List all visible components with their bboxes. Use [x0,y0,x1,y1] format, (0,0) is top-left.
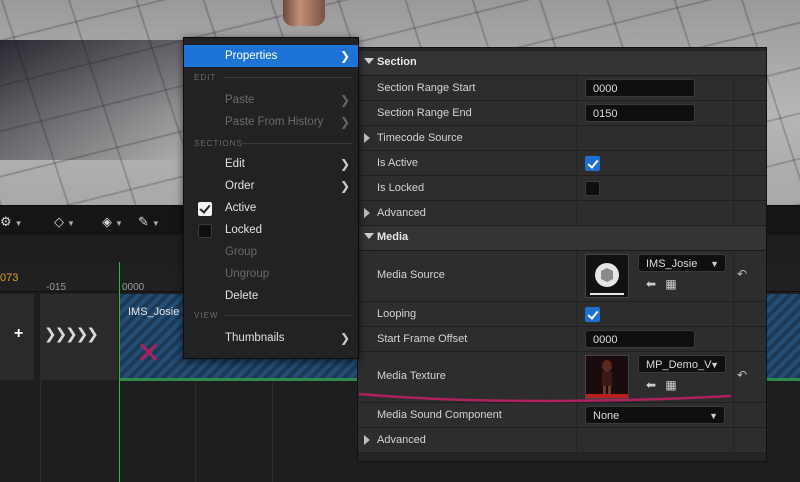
menu-item-locked[interactable]: Locked [184,219,358,241]
character-legs [283,0,325,26]
menu-item-properties[interactable]: Properties ❯ [184,45,358,67]
property-label: Section Range Start [377,82,476,94]
menu-item-order[interactable]: Order ❯ [184,175,358,197]
section-name: IMS_Josie [128,306,180,318]
transform-tool-button[interactable]: ⚙ ▼ [0,213,23,231]
menu-section-header: SECTIONS [194,139,243,148]
property-label: Media Sound Component [377,409,502,421]
menu-item-paste: Paste ❯ [184,89,358,111]
annotation-underline [358,392,732,403]
property-label: Section Range End [377,107,472,119]
annotation-x-mark: ✕ [136,337,162,370]
chevron-down-icon: ▼ [709,411,718,421]
menu-item-active[interactable]: Active [184,197,358,219]
menu-item-ungroup: Ungroup [225,268,270,280]
row-media-source: Media Source IMS_Josie ▼ ⬅ ▦ ↶ [358,251,766,302]
start-frame-offset-input[interactable]: 0000 [585,330,695,348]
is-active-checkbox[interactable] [585,156,600,171]
row-is-active: Is Active [358,151,766,176]
snap-tool-button[interactable]: ◈ ▼ [102,213,123,231]
menu-item-thumbnails[interactable]: Thumbnails ❯ [184,327,358,349]
chevron-down-icon: ▼ [115,219,123,228]
property-label: Is Locked [377,182,425,194]
menu-item-delete[interactable]: Delete [184,285,358,307]
category-label: Media [377,231,409,243]
chevron-right-icon: ❯ [339,49,350,63]
property-label: Media Source [377,269,445,281]
section-range-end-input[interactable]: 0150 [585,104,695,122]
chevron-down-icon: ▼ [14,219,23,228]
looping-checkbox[interactable] [585,307,600,322]
category-section[interactable]: Section [358,51,766,76]
menu-section-header: VIEW [194,311,219,320]
menu-item-paste-from-history: Paste From History ❯ [184,111,358,133]
property-label: Start Frame Offset [377,333,468,345]
tick-label: 0000 [122,282,145,293]
row-advanced[interactable]: Advanced [358,201,766,226]
menu-divider [224,77,352,78]
cube-icon [590,263,624,295]
media-texture-dropdown[interactable]: MP_Demo_V ▼ [638,355,726,373]
category-label: Section [377,56,417,68]
add-track-icon[interactable]: + [14,325,23,343]
viewport-shadow [0,40,190,160]
browse-asset-icon[interactable]: ▦ [664,277,678,291]
media-source-dropdown[interactable]: IMS_Josie ▼ [638,254,726,272]
chevron-down-icon: ▼ [710,259,719,269]
chevron-down-icon: ▼ [151,219,160,228]
reset-to-default-icon[interactable]: ↶ [737,368,751,382]
chevron-right-icon: ❯ [339,115,350,129]
row-start-frame-offset: Start Frame Offset 0000 [358,327,766,352]
expand-triangle-icon[interactable] [364,435,370,445]
row-timecode-source[interactable]: Timecode Source [358,126,766,151]
property-label: Advanced [377,434,426,446]
property-label: Looping [377,308,417,320]
chevron-right-icon: ❯ [339,331,350,345]
row-media-sound-component: Media Sound Component None ▼ [358,403,766,428]
current-frame-number: 073 [0,272,19,284]
expand-triangle-icon[interactable] [364,208,370,218]
media-sound-component-dropdown[interactable]: None ▼ [585,406,725,424]
property-label: Is Active [377,157,418,169]
property-label: Media Texture [377,370,446,382]
snap-icon: ◈ [102,214,112,229]
row-is-locked: Is Locked [358,176,766,201]
chevron-right-icon: ❯ [339,157,350,171]
transform-icon: ⚙ [0,214,12,229]
locked-checkbox[interactable] [198,224,212,238]
category-media[interactable]: Media [358,226,766,251]
tick-label: -015 [46,282,67,293]
reset-to-default-icon[interactable]: ↶ [737,267,751,281]
row-advanced-media[interactable]: Advanced [358,428,766,453]
is-locked-checkbox[interactable] [585,181,600,196]
property-label: Timecode Source [377,132,463,144]
key-tool-button[interactable]: ◇ ▼ [54,213,75,231]
row-section-range-start: Section Range Start 0000 [358,76,766,101]
menu-item-edit[interactable]: Edit ❯ [184,153,358,175]
chevron-down-icon: ▼ [710,360,719,370]
chevron-down-icon: ▼ [67,219,75,228]
section-context-menu: Properties ❯ EDIT Paste ❯ Paste From His… [183,37,359,359]
chevron-right-icon: ❯ [339,93,350,107]
chevron-right-icon: ❯ [339,179,350,193]
playhead[interactable] [119,262,120,482]
paint-tool-button[interactable]: ✎ ▼ [138,213,160,231]
key-diamond-icon: ◇ [54,214,64,229]
collapse-triangle-icon [364,58,374,64]
expand-triangle-icon[interactable] [364,133,370,143]
row-looping: Looping [358,302,766,327]
section-range-start-input[interactable]: 0000 [585,79,695,97]
property-label: Advanced [377,207,426,219]
chevrons-icon: ❯❯❯❯❯ [44,326,99,343]
menu-section-header: EDIT [194,73,217,82]
row-section-range-end: Section Range End 0150 [358,101,766,126]
menu-divider [240,143,352,144]
collapse-triangle-icon [364,233,374,239]
menu-item-group: Group [225,246,257,258]
media-source-thumbnail[interactable] [585,254,629,298]
brush-icon: ✎ [138,214,149,229]
use-selected-asset-icon[interactable]: ⬅ [644,277,658,291]
menu-divider [224,315,352,316]
active-checkbox[interactable] [198,202,212,216]
